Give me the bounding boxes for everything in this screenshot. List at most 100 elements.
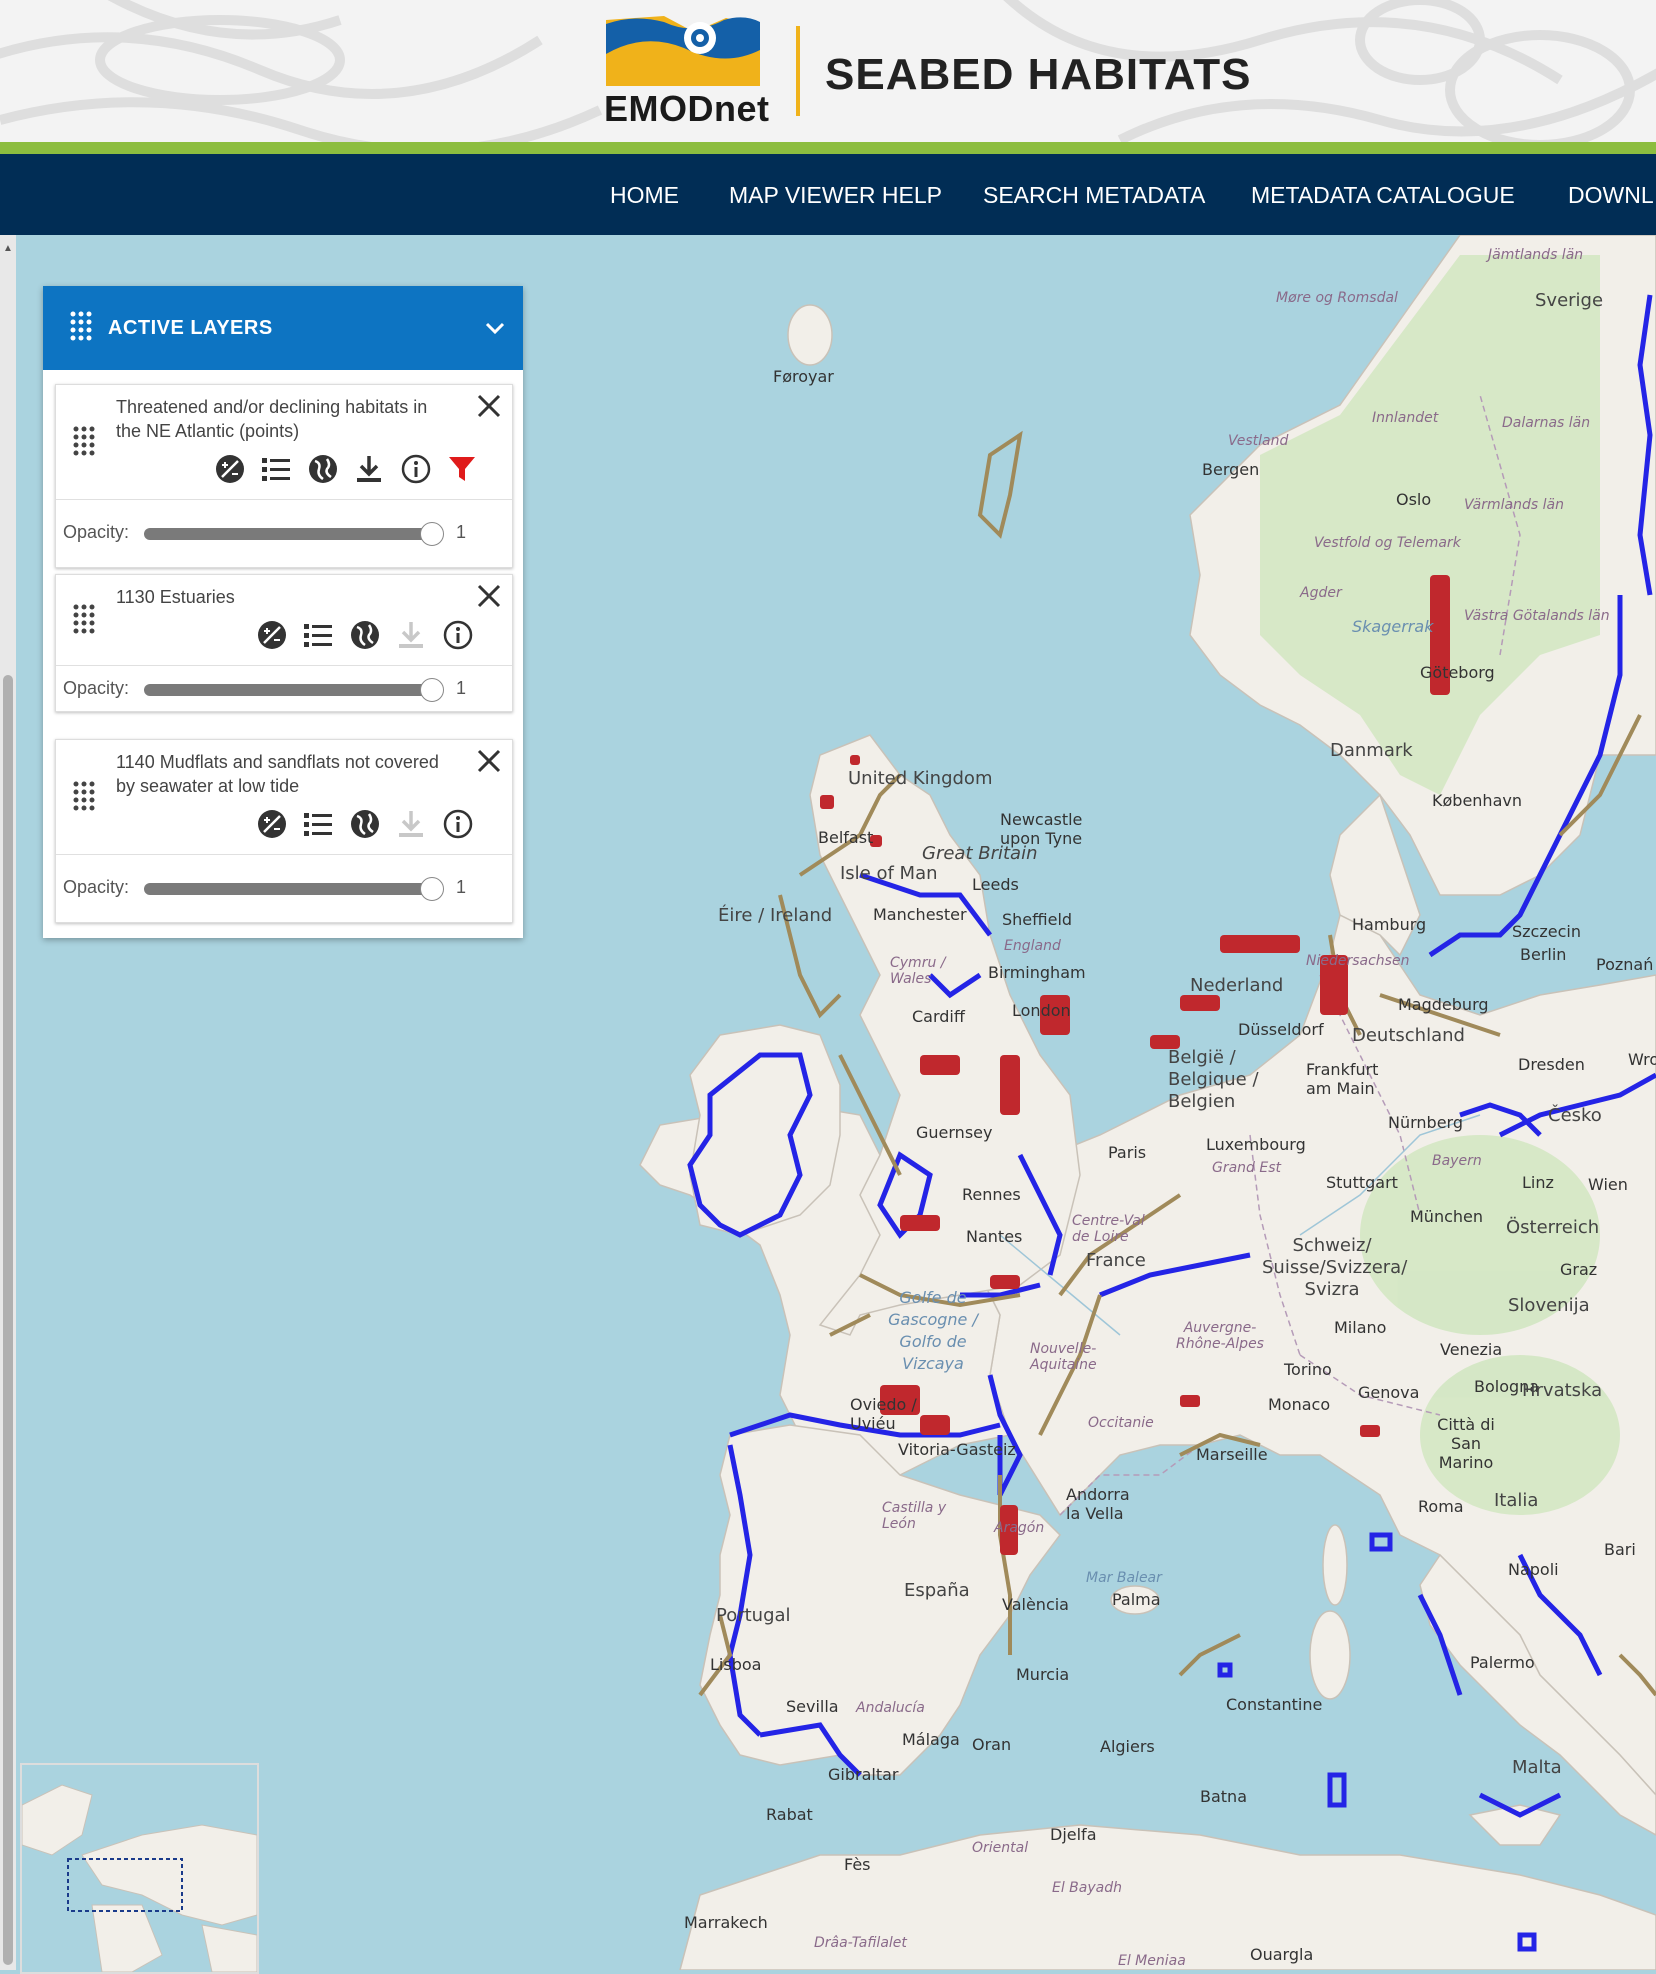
layer-toolbar xyxy=(256,808,484,840)
map-label: Djelfa xyxy=(1050,1825,1097,1844)
page-scrollbar[interactable]: ▲ xyxy=(0,235,16,1970)
map-label: Andorra la Vella xyxy=(1066,1485,1130,1523)
opacity-value: 1 xyxy=(456,678,467,698)
legend-list-icon[interactable] xyxy=(260,453,292,485)
legend-list-icon[interactable] xyxy=(302,619,334,651)
site-header: EMODnet SEABED HABITATS xyxy=(0,0,1656,142)
map-label: Golfe de Gascogne / Golfo de Vizcaya xyxy=(888,1288,978,1373)
map-label: Berlin xyxy=(1520,945,1567,964)
active-layers-header[interactable]: ACTIVE LAYERS xyxy=(43,286,523,370)
map-label: Česko xyxy=(1548,1105,1602,1126)
map-label: Cardiff xyxy=(912,1007,965,1026)
opacity-slider-handle[interactable] xyxy=(420,522,444,546)
layer-toolbar xyxy=(214,453,488,485)
scroll-thumb[interactable] xyxy=(3,675,13,1965)
nav-search-metadata[interactable]: SEARCH METADATA xyxy=(983,182,1205,209)
scroll-up-arrow-icon[interactable]: ▲ xyxy=(3,243,13,254)
filter-icon[interactable] xyxy=(446,453,478,485)
chevron-down-icon[interactable] xyxy=(483,316,507,340)
map-label: Rennes xyxy=(962,1185,1021,1204)
map-label: Danmark xyxy=(1330,740,1413,761)
map-label: Mar Balear xyxy=(1086,1570,1162,1586)
close-icon[interactable] xyxy=(476,583,502,609)
map-label: Wrocław xyxy=(1628,1050,1656,1069)
layer-name: 1130 Estuaries xyxy=(116,587,235,607)
map-label: Hrvatska xyxy=(1522,1380,1603,1401)
active-layers-panel: ACTIVE LAYERS Threatened and/or declinin… xyxy=(43,286,523,938)
globe-icon[interactable] xyxy=(349,808,381,840)
main-navigation: HOME MAP VIEWER HELP SEARCH METADATA MET… xyxy=(0,154,1656,235)
map-label: Hamburg xyxy=(1352,915,1427,934)
map-label: Torino xyxy=(1284,1360,1332,1379)
close-icon[interactable] xyxy=(476,393,502,419)
layer-card-threatened-habitats[interactable]: Threatened and/or declining habitats in … xyxy=(55,384,513,568)
map-label: Göteborg xyxy=(1420,663,1495,682)
map-label: Birmingham xyxy=(988,963,1086,982)
map-label: Cymru / Wales xyxy=(890,955,946,987)
map-label: Palma xyxy=(1112,1590,1161,1609)
map-label: Bayern xyxy=(1432,1153,1482,1169)
globe-icon[interactable] xyxy=(307,453,339,485)
map-label: Österreich xyxy=(1506,1217,1600,1238)
opacity-label: Opacity: xyxy=(63,877,130,897)
layer-card-estuaries[interactable]: 1130 Estuaries Opacity: 1 xyxy=(55,574,513,712)
map-label: Frankfurt am Main xyxy=(1306,1060,1379,1098)
map-label: Portugal xyxy=(716,1605,791,1626)
nav-home[interactable]: HOME xyxy=(610,182,679,209)
map-label: Nantes xyxy=(966,1227,1023,1246)
layer-name: 1140 Mudflats and sandflats not covered … xyxy=(116,752,439,796)
map-label: Guernsey xyxy=(916,1123,993,1142)
opacity-slider[interactable] xyxy=(144,678,444,702)
map-label: Ouargla xyxy=(1250,1945,1314,1964)
info-icon[interactable] xyxy=(442,808,474,840)
map-label: Constantine xyxy=(1226,1695,1323,1714)
opacity-slider[interactable] xyxy=(144,522,444,546)
download-icon[interactable] xyxy=(353,453,385,485)
layer-name: Threatened and/or declining habitats in … xyxy=(116,397,428,441)
opacity-value: 1 xyxy=(456,522,467,542)
map-label: England xyxy=(1004,938,1061,954)
map-label: Leeds xyxy=(972,875,1019,894)
opacity-label: Opacity: xyxy=(63,522,130,542)
map-label: Føroyar xyxy=(773,367,834,386)
opacity-slider-handle[interactable] xyxy=(420,678,444,702)
opacity-slider[interactable] xyxy=(144,877,444,901)
map-label: València xyxy=(1002,1595,1069,1614)
drag-grip-icon[interactable] xyxy=(69,310,93,342)
header-divider xyxy=(796,26,800,116)
map-label: España xyxy=(904,1580,970,1601)
opacity-value: 1 xyxy=(456,877,467,897)
nav-download[interactable]: DOWNL xyxy=(1568,182,1654,209)
map-label: Dresden xyxy=(1518,1055,1585,1074)
map-label: Stuttgart xyxy=(1326,1173,1398,1192)
opacity-toggle-icon[interactable] xyxy=(214,453,246,485)
globe-icon[interactable] xyxy=(349,619,381,651)
opacity-toggle-icon[interactable] xyxy=(256,808,288,840)
overview-minimap[interactable] xyxy=(20,1763,259,1974)
nav-map-viewer-help[interactable]: MAP VIEWER HELP xyxy=(729,182,942,209)
map-label: Oslo xyxy=(1396,490,1432,509)
map-label: Marrakech xyxy=(684,1913,768,1932)
map-label: Innlandet xyxy=(1372,410,1439,426)
drag-grip-icon[interactable] xyxy=(72,780,96,812)
info-icon[interactable] xyxy=(442,619,474,651)
map-label: Centre-Val de Loire xyxy=(1072,1213,1145,1245)
close-icon[interactable] xyxy=(476,748,502,774)
drag-grip-icon[interactable] xyxy=(72,425,96,457)
map-label: Auvergne-Rhône-Alpes xyxy=(1176,1320,1264,1352)
map-label: Castilla y León xyxy=(882,1500,947,1532)
drag-grip-icon[interactable] xyxy=(72,603,96,635)
map-label: Wien xyxy=(1588,1175,1628,1194)
minimap-world[interactable] xyxy=(22,1765,257,1972)
map-label: Belfast xyxy=(818,828,874,847)
map-label: Skagerrak xyxy=(1352,617,1434,636)
layer-card-mudflats[interactable]: 1140 Mudflats and sandflats not covered … xyxy=(55,739,513,923)
map-label: Oriental xyxy=(972,1840,1029,1856)
info-icon[interactable] xyxy=(400,453,432,485)
download-icon-disabled xyxy=(399,622,424,648)
legend-list-icon[interactable] xyxy=(302,808,334,840)
nav-metadata-catalogue[interactable]: METADATA CATALOGUE xyxy=(1251,182,1515,209)
opacity-slider-handle[interactable] xyxy=(420,877,444,901)
map-label: Milano xyxy=(1334,1318,1387,1337)
opacity-toggle-icon[interactable] xyxy=(256,619,288,651)
